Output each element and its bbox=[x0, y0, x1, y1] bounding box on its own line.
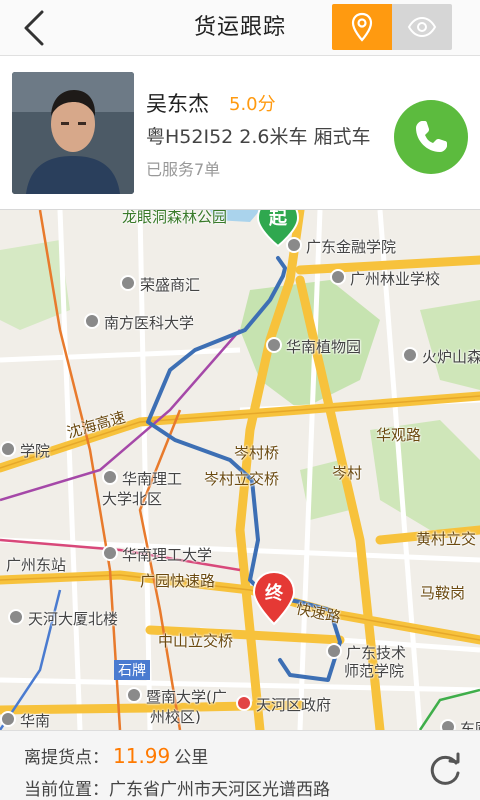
refresh-button[interactable] bbox=[424, 749, 466, 791]
map-label: 岑村桥 bbox=[234, 444, 280, 462]
map-label: 州校区) bbox=[150, 708, 201, 726]
map-label: 岑村 bbox=[332, 464, 363, 482]
location-pin-icon bbox=[351, 12, 373, 42]
end-pin[interactable]: 终 bbox=[252, 570, 296, 626]
map-label: 华观路 bbox=[376, 426, 422, 444]
location-row: 当前位置：广东省广州市天河区光谱西路 bbox=[24, 775, 330, 800]
map-label: 中山立交桥 bbox=[158, 632, 234, 650]
map-label: 广州东站 bbox=[6, 556, 67, 574]
map-label: 大学北区 bbox=[102, 490, 163, 508]
map-label: 师范学院 bbox=[344, 662, 405, 680]
map-label: 石牌 bbox=[114, 660, 150, 680]
map-view[interactable]: 起 终 龙眼洞森林公园 广东金融学院 广州林业学校 荣盛商汇 南方医科大学 华南… bbox=[0, 210, 480, 730]
eye-icon bbox=[407, 17, 437, 37]
header-bar: 货运跟踪 bbox=[0, 0, 480, 56]
avatar bbox=[12, 72, 134, 194]
map-label: 龙眼洞森林公园 bbox=[122, 210, 228, 226]
driver-rating: 5.0分 bbox=[229, 94, 276, 115]
refresh-icon bbox=[430, 752, 460, 785]
location-value: 广东省广州市天河区光谱西路 bbox=[109, 780, 330, 800]
location-label: 当前位置： bbox=[24, 780, 109, 800]
map-label: 马鞍岗 bbox=[420, 584, 466, 602]
served-count: 已服务7单 bbox=[146, 160, 221, 179]
view-toggle bbox=[332, 4, 452, 50]
map-label: 天河大厦北楼 bbox=[8, 608, 118, 629]
call-button[interactable] bbox=[394, 100, 468, 174]
tab-location[interactable] bbox=[332, 4, 392, 50]
map-label: 荣盛商汇 bbox=[120, 274, 200, 295]
phone-icon bbox=[416, 121, 447, 152]
vehicle-info: 粤H52I52 2.6米车 厢式车 bbox=[146, 126, 371, 148]
map-label: 广东金融学院 bbox=[286, 236, 396, 257]
driver-card: 吴东杰 5.0分 粤H52I52 2.6米车 厢式车 已服务7单 bbox=[0, 56, 480, 210]
map-label: 广州林业学校 bbox=[330, 268, 440, 289]
distance-label: 离提货点： bbox=[24, 748, 109, 768]
map-label: 华南理工大学 bbox=[102, 544, 212, 565]
map-label: 暨南大学(广 bbox=[126, 686, 227, 707]
map-label: 火炉山森 bbox=[402, 346, 480, 367]
map-label: 黄村立交 bbox=[416, 530, 477, 548]
map-label: 华南 bbox=[0, 710, 50, 730]
tab-watch[interactable] bbox=[392, 4, 452, 50]
distance-row: 离提货点： 11.99 公里 bbox=[24, 743, 208, 768]
map-label: 岑村立交桥 bbox=[204, 470, 280, 488]
tracking-info-bar: 离提货点： 11.99 公里 当前位置：广东省广州市天河区光谱西路 bbox=[0, 730, 480, 800]
map-label: 东圃 bbox=[440, 718, 480, 730]
distance-unit: 公里 bbox=[174, 748, 209, 768]
map-label: 学院 bbox=[0, 440, 50, 461]
distance-value: 11.99 bbox=[113, 744, 171, 768]
map-label: 南方医科大学 bbox=[84, 312, 194, 333]
driver-name: 吴东杰 bbox=[146, 92, 209, 116]
map-label: 广园快速路 bbox=[140, 572, 216, 590]
map-label: 华南植物园 bbox=[266, 336, 361, 357]
map-label: 华南理工 bbox=[102, 468, 182, 489]
map-label: 天河区政府 bbox=[236, 694, 331, 715]
